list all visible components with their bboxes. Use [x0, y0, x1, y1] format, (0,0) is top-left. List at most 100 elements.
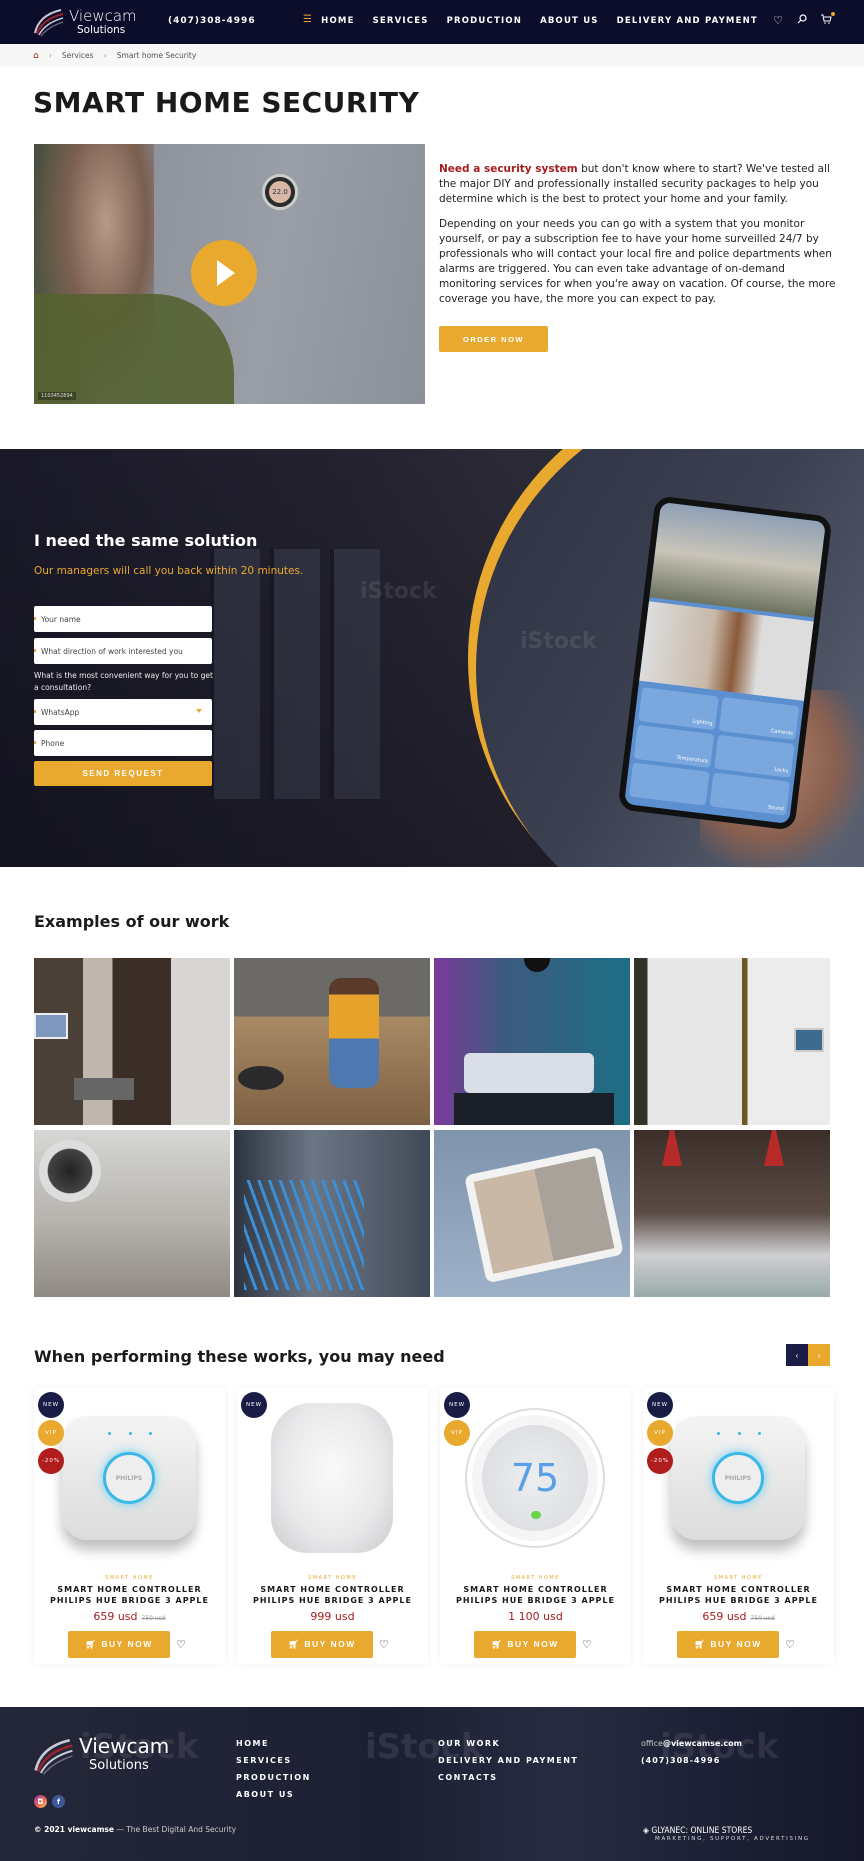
thermostat-image: 22.0	[262, 174, 298, 210]
product-card[interactable]: NEW SMART HOME SMART HOME CONTROLLER PHIL…	[237, 1388, 428, 1664]
intro-video[interactable]: 22.0 1103452894	[34, 144, 425, 404]
play-icon[interactable]	[191, 240, 257, 306]
logo[interactable]: Viewcam Solutions	[33, 5, 137, 39]
watermark: iStock	[520, 629, 597, 654]
site-header: Viewcam Solutions (407)308-4996 ☰ HOME S…	[0, 0, 864, 44]
product-image[interactable]	[257, 1403, 407, 1553]
camera-feed-exterior	[649, 502, 826, 618]
brand-label: PHILIPS	[712, 1452, 764, 1504]
buy-now-button[interactable]: 🛒︎ BUY NOW	[677, 1631, 779, 1658]
camera-feed-hallway	[639, 601, 814, 701]
wishlist-heart-icon[interactable]: ♡	[785, 1638, 795, 1651]
product-price: 1 100 usd	[508, 1610, 563, 1623]
footer-link-contacts[interactable]: CONTACTS	[438, 1769, 578, 1786]
heart-icon[interactable]: ♡	[773, 14, 783, 27]
footer-email[interactable]: office@viewcamse.com	[641, 1735, 742, 1752]
product-price: 659 usd 750 usd	[702, 1610, 775, 1623]
site-footer: iStock iStock iStock Viewcam Solutions ◘…	[0, 1707, 864, 1861]
social-links: ◘ f	[34, 1795, 65, 1808]
menu-icon[interactable]: ☰	[303, 15, 313, 26]
product-name[interactable]: SMART HOME CONTROLLER PHILIPS HUE BRIDGE …	[643, 1584, 834, 1606]
contact-method-select[interactable]: WhatsApp	[34, 699, 212, 725]
footer-link-home[interactable]: HOME	[236, 1735, 311, 1752]
intro-paragraph-1: Need a security system but don't know wh…	[439, 162, 839, 207]
direction-input[interactable]: What direction of work interested you	[34, 638, 212, 664]
product-price: 659 usd 750 usd	[93, 1610, 166, 1623]
gallery-image[interactable]	[234, 958, 430, 1125]
product-card[interactable]: NEW VIP -20% PHILIPS SMART HOME SMART HO…	[34, 1388, 225, 1664]
header-icons: ♡	[773, 12, 835, 27]
gallery-image[interactable]	[34, 958, 230, 1125]
product-image[interactable]: PHILIPS	[663, 1408, 813, 1548]
product-card[interactable]: NEW VIP -20% PHILIPS SMART HOME SMART HO…	[643, 1388, 834, 1664]
footer-logo[interactable]: Viewcam Solutions	[33, 1732, 169, 1776]
wishlist-heart-icon[interactable]: ♡	[582, 1638, 592, 1651]
product-name[interactable]: SMART HOME CONTROLLER PHILIPS HUE BRIDGE …	[34, 1584, 225, 1606]
footer-contacts: office@viewcamse.com (407)308-4996	[641, 1735, 742, 1769]
badge-list: NEW VIP -20%	[38, 1392, 64, 1474]
carousel-prev-button[interactable]: ‹	[786, 1344, 808, 1366]
badge-new: NEW	[38, 1392, 64, 1418]
developer-credit[interactable]: ◈ GLYANEC: ONLINE STORES MARKETING, SUPP…	[643, 1826, 810, 1842]
footer-phone[interactable]: (407)308-4996	[641, 1752, 742, 1769]
nav-home[interactable]: HOME	[321, 16, 354, 26]
buy-now-button[interactable]: 🛒︎ BUY NOW	[474, 1631, 576, 1658]
badge-new: NEW	[241, 1392, 267, 1418]
footer-link-our-work[interactable]: OUR WORK	[438, 1735, 578, 1752]
wishlist-heart-icon[interactable]: ♡	[379, 1638, 389, 1651]
watermark: iStock	[360, 579, 437, 604]
product-card[interactable]: NEW VIP 75 SMART HOME SMART HOME CONTROL…	[440, 1388, 631, 1664]
buy-now-button[interactable]: 🛒︎ BUY NOW	[68, 1631, 170, 1658]
cart-icon: 🛒︎	[288, 1639, 305, 1649]
footer-link-production[interactable]: PRODUCTION	[236, 1769, 311, 1786]
carousel-controls: ‹ ›	[786, 1344, 830, 1366]
send-request-button[interactable]: SEND REQUEST	[34, 761, 212, 786]
phone-input[interactable]: Phone	[34, 730, 212, 756]
product-name[interactable]: SMART HOME CONTROLLER PHILIPS HUE BRIDGE …	[440, 1584, 631, 1606]
contact-method-value: WhatsApp	[41, 707, 80, 717]
footer-link-delivery-payment[interactable]: DELIVERY AND PAYMENT	[438, 1752, 578, 1769]
gallery-image[interactable]	[634, 958, 830, 1125]
home-icon[interactable]: ⌂	[33, 51, 39, 61]
wishlist-heart-icon[interactable]: ♡	[176, 1638, 186, 1651]
gallery-image[interactable]	[234, 1130, 430, 1297]
badge-vip: VIP	[647, 1420, 673, 1446]
header-phone[interactable]: (407)308-4996	[168, 16, 256, 26]
gallery-image[interactable]	[34, 1130, 230, 1297]
footer-nav-2: OUR WORK DELIVERY AND PAYMENT CONTACTS	[438, 1735, 578, 1786]
tile-sound: Sound	[709, 772, 791, 816]
intro-highlight[interactable]: Need a security system	[439, 163, 578, 175]
cart-icon[interactable]	[821, 12, 835, 27]
gallery-image[interactable]	[434, 958, 630, 1125]
nav-services[interactable]: SERVICES	[373, 16, 429, 26]
product-category: SMART HOME	[308, 1575, 357, 1581]
search-icon[interactable]	[797, 14, 807, 27]
nav-about-us[interactable]: ABOUT US	[540, 16, 599, 26]
nav-production[interactable]: PRODUCTION	[447, 16, 523, 26]
footer-link-about-us[interactable]: ABOUT US	[236, 1786, 311, 1803]
name-input[interactable]: Your name	[34, 606, 212, 632]
logo-text: Viewcam	[69, 7, 137, 25]
buy-now-button[interactable]: 🛒︎ BUY NOW	[271, 1631, 373, 1658]
main-nav: ☰ HOME SERVICES PRODUCTION ABOUT US DELI…	[303, 15, 776, 27]
product-category: SMART HOME	[511, 1575, 560, 1581]
product-name[interactable]: SMART HOME CONTROLLER PHILIPS HUE BRIDGE …	[237, 1584, 428, 1606]
product-image[interactable]: 75	[460, 1408, 610, 1548]
chevron-right-icon: ›	[103, 51, 107, 60]
order-now-button[interactable]: ORDER NOW	[439, 326, 548, 352]
gallery-image[interactable]	[434, 1130, 630, 1297]
nav-delivery-payment[interactable]: DELIVERY AND PAYMENT	[617, 16, 758, 26]
logo-swoosh-icon	[34, 1738, 73, 1775]
carousel-next-button[interactable]: ›	[808, 1344, 830, 1366]
tile-locks: Locks	[714, 734, 795, 778]
product-image[interactable]: PHILIPS	[54, 1408, 204, 1548]
badge-list: NEW VIP -20%	[647, 1392, 673, 1474]
instagram-icon[interactable]: ◘	[34, 1795, 47, 1808]
facebook-icon[interactable]: f	[52, 1795, 65, 1808]
gallery-image[interactable]	[634, 1130, 830, 1297]
badge-list: NEW VIP	[444, 1392, 470, 1446]
cart-icon: 🛒︎	[85, 1639, 102, 1649]
breadcrumb-services[interactable]: Services	[62, 51, 94, 60]
logo-swoosh-icon	[34, 9, 64, 37]
footer-link-services[interactable]: SERVICES	[236, 1752, 311, 1769]
